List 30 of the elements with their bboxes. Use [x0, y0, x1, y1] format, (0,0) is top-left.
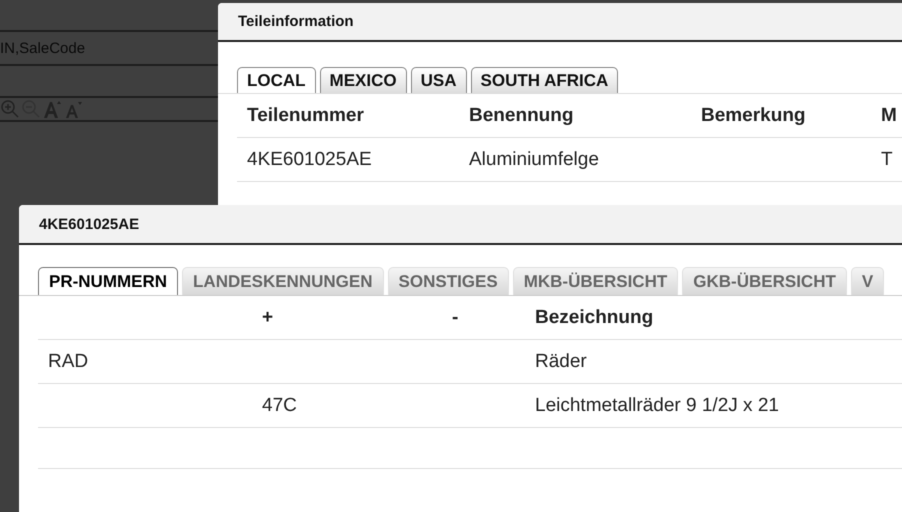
- column-header: Teilenummer: [246, 104, 365, 126]
- table-cell: Räder: [535, 350, 587, 372]
- font-larger-icon[interactable]: [42, 99, 62, 119]
- zoom-out-icon[interactable]: [21, 99, 41, 119]
- tab[interactable]: V: [850, 267, 884, 295]
- font-smaller-icon[interactable]: [63, 99, 83, 119]
- table-cell-text: 47C: [262, 394, 298, 416]
- tab[interactable]: LANDESKENNUNGEN: [182, 267, 384, 295]
- column-header: -: [452, 306, 460, 328]
- tab[interactable]: USA: [410, 67, 467, 93]
- dialog-title: 4KE601025AE: [39, 216, 140, 232]
- column-header: M: [880, 104, 898, 126]
- tab[interactable]: SONSTIGES: [388, 267, 509, 295]
- column-header: Benennung: [468, 104, 574, 126]
- tab[interactable]: MKB-ÜBERSICHT: [512, 267, 678, 295]
- zoom-in-icon[interactable]: [0, 99, 20, 119]
- table-cell-text: 4KE601025AE: [246, 148, 373, 170]
- tab[interactable]: SOUTH AFRICA: [470, 67, 618, 93]
- column-header: +: [262, 306, 274, 328]
- tab[interactable]: MEXICO: [320, 67, 407, 93]
- table-cell-text: RAD: [47, 350, 90, 372]
- tab[interactable]: GKB-ÜBERSICHT: [682, 267, 847, 295]
- table-cell-text: Aluminiumfelge: [468, 148, 600, 170]
- column-header: Bemerkung: [700, 104, 807, 126]
- column-header: Bezeichnung: [535, 306, 654, 328]
- table-cell: Leichtmetallräder 9 1/2J x 21: [535, 394, 779, 416]
- table-cell-text: T: [880, 148, 894, 170]
- tab[interactable]: PR-NUMMERN: [38, 267, 178, 295]
- tab[interactable]: LOCAL: [237, 67, 316, 93]
- dialog-title: Teileinformation: [238, 13, 354, 30]
